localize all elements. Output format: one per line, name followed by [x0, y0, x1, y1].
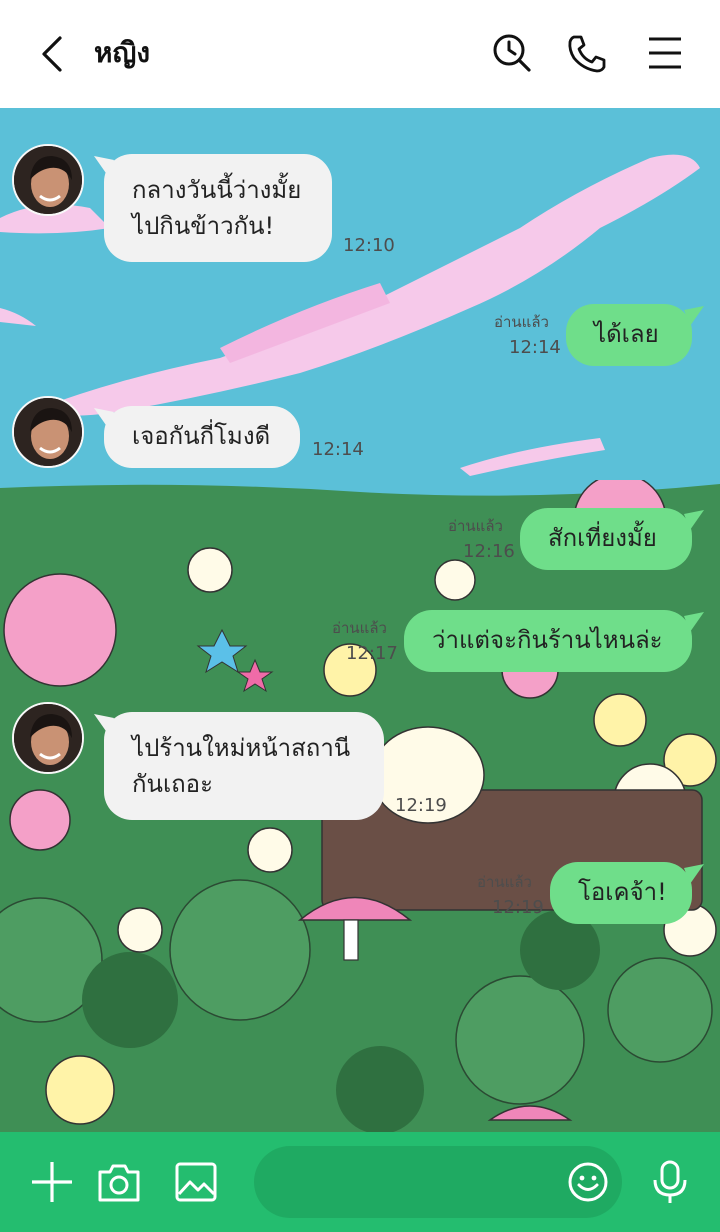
phone-call-icon[interactable] [566, 32, 606, 74]
contact-avatar[interactable] [12, 144, 84, 216]
bubble-tail [684, 864, 704, 884]
microphone-icon[interactable] [648, 1160, 692, 1204]
message-input[interactable] [254, 1146, 622, 1218]
avatar-photo [14, 704, 82, 772]
message-time: 12:19 [492, 897, 544, 918]
contact-name[interactable]: หญิง [94, 32, 150, 74]
camera-icon[interactable] [97, 1160, 141, 1204]
menu-icon[interactable] [646, 32, 686, 74]
bubble-tail [684, 510, 704, 530]
message-bubble-incoming[interactable]: ไปร้านใหม่หน้าสถานี กันเถอะ [104, 712, 384, 820]
bubble-tail [684, 612, 704, 632]
message-composer [0, 1132, 720, 1232]
search-history-icon[interactable] [492, 32, 532, 74]
message-bubble-outgoing[interactable]: โอเคจ้า! [550, 862, 692, 924]
read-receipt: อ่านแล้ว [332, 619, 387, 637]
chat-header: หญิง [0, 0, 720, 108]
message-time: 12:14 [312, 439, 364, 460]
back-arrow-icon[interactable] [36, 34, 72, 74]
emoji-icon[interactable] [566, 1160, 610, 1204]
bubble-tail [684, 306, 704, 326]
message-bubble-outgoing[interactable]: สักเที่ยงมั้ย [520, 508, 692, 570]
message-time: 12:10 [343, 235, 395, 256]
avatar-photo [14, 398, 82, 466]
contact-avatar[interactable] [12, 702, 84, 774]
message-bubble-outgoing[interactable]: ว่าแต่จะกินร้านไหนล่ะ [404, 610, 692, 672]
message-time: 12:17 [346, 643, 398, 664]
message-bubble-incoming[interactable]: เจอกันกี่โมงดี [104, 406, 300, 468]
message-bubble-incoming[interactable]: กลางวันนี้ว่างมั้ย ไปกินข้าวกัน! [104, 154, 332, 262]
message-time: 12:19 [395, 795, 447, 816]
avatar-photo [14, 146, 82, 214]
image-gallery-icon[interactable] [174, 1160, 218, 1204]
read-receipt: อ่านแล้ว [448, 517, 503, 535]
message-time: 12:14 [509, 337, 561, 358]
contact-avatar[interactable] [12, 396, 84, 468]
message-time: 12:16 [463, 541, 515, 562]
bubble-tail [94, 714, 114, 734]
bubble-tail [94, 156, 114, 176]
read-receipt: อ่านแล้ว [494, 313, 549, 331]
chat-area[interactable]: กลางวันนี้ว่างมั้ย ไปกินข้าวกัน! 12:10 อ… [0, 108, 720, 1132]
plus-icon[interactable] [30, 1160, 74, 1204]
message-bubble-outgoing[interactable]: ได้เลย [566, 304, 692, 366]
bubble-tail [94, 408, 114, 428]
read-receipt: อ่านแล้ว [477, 873, 532, 891]
